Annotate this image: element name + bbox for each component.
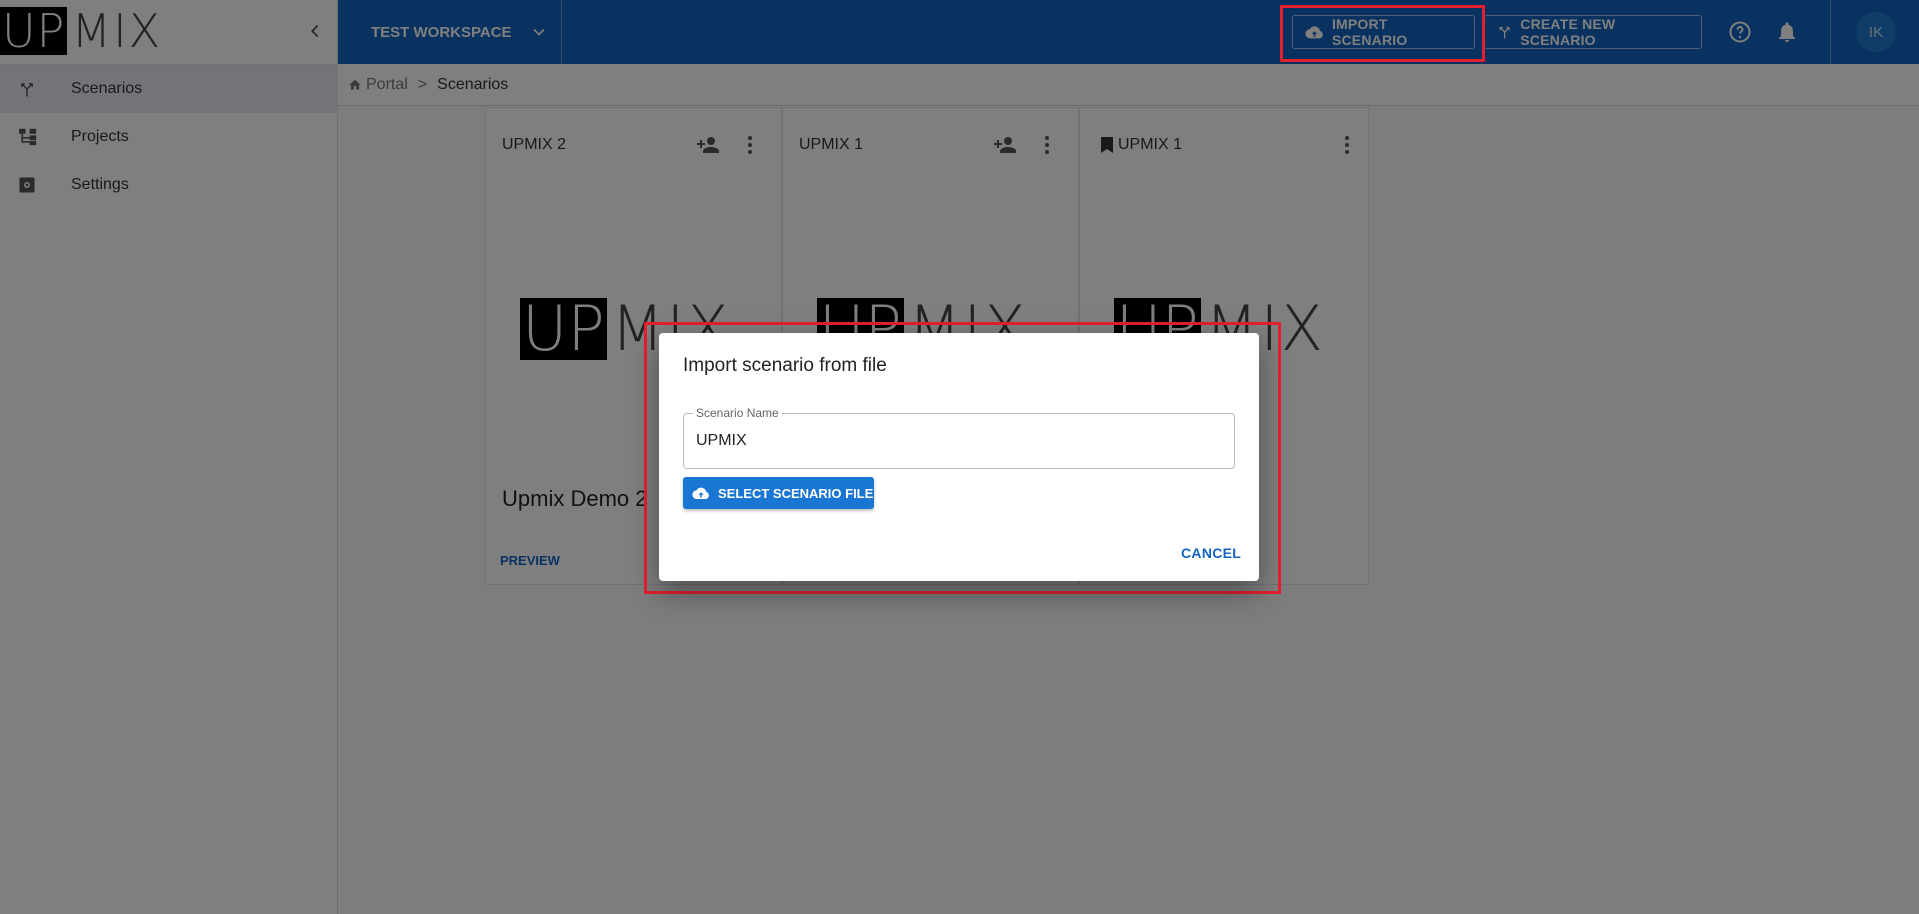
cancel-button[interactable]: CANCEL	[1181, 545, 1241, 561]
select-scenario-file-label: SELECT SCENARIO FILE	[718, 485, 874, 501]
cloud-upload-icon	[692, 487, 709, 500]
select-scenario-file-button[interactable]: SELECT SCENARIO FILE	[683, 477, 874, 509]
dialog-title: Import scenario from file	[683, 355, 887, 376]
scenario-name-field[interactable]: Scenario Name	[683, 406, 1235, 469]
scenario-name-label: Scenario Name	[693, 406, 782, 420]
import-scenario-dialog: Import scenario from file Scenario Name …	[659, 333, 1259, 581]
scenario-name-input[interactable]	[696, 428, 1216, 454]
